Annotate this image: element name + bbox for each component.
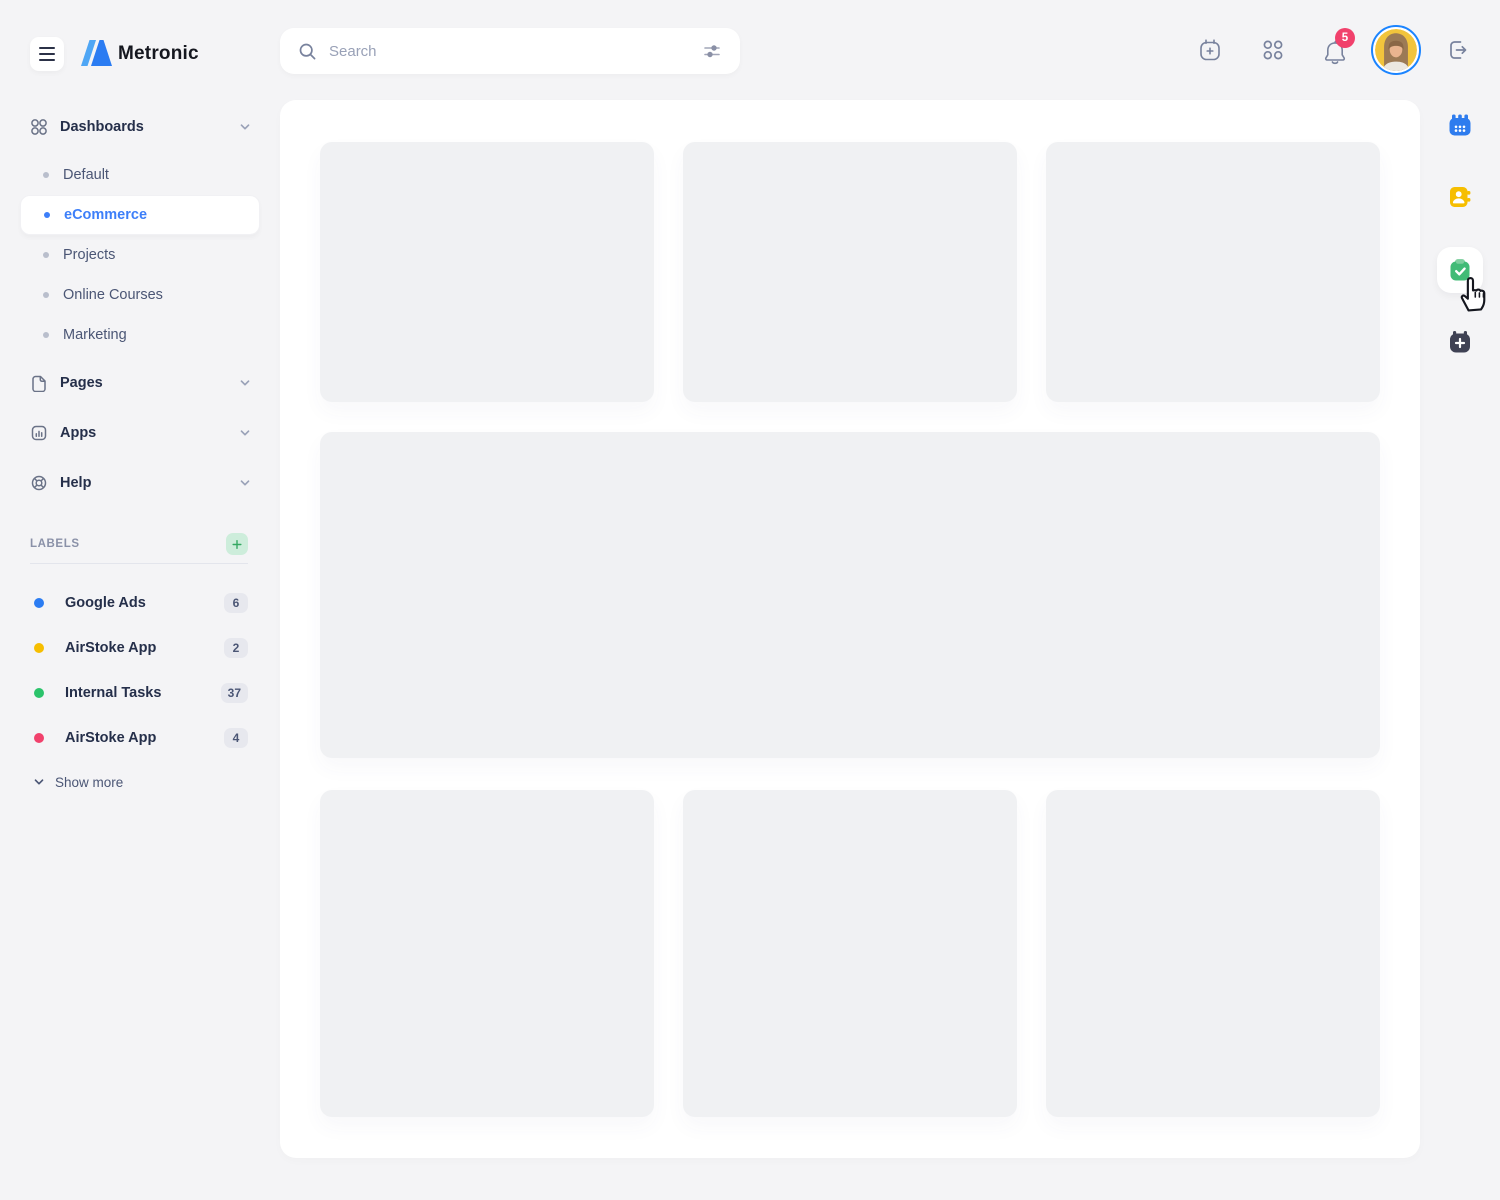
label-item-internal-tasks[interactable]: Internal Tasks 37 bbox=[30, 670, 248, 715]
section-label: Pages bbox=[60, 375, 226, 391]
label-color-dot bbox=[34, 733, 44, 743]
placeholder-card-wide bbox=[320, 432, 1380, 758]
sidebar-item-marketing[interactable]: Marketing bbox=[20, 315, 260, 355]
placeholder-card bbox=[1046, 142, 1380, 402]
bullet-dot bbox=[43, 332, 49, 338]
search-icon bbox=[298, 42, 317, 61]
label-name: AirStoke App bbox=[65, 730, 224, 746]
sidebar-item-label: Online Courses bbox=[63, 287, 163, 303]
sidebar-item-default[interactable]: Default bbox=[20, 155, 260, 195]
add-label-button[interactable] bbox=[226, 533, 248, 555]
placeholder-card bbox=[683, 790, 1017, 1117]
add-note-icon[interactable] bbox=[1447, 329, 1473, 355]
label-count-badge: 37 bbox=[221, 683, 248, 703]
tasks-clipboard-icon[interactable] bbox=[1447, 257, 1473, 283]
notification-count-badge: 5 bbox=[1335, 28, 1355, 48]
label-count-badge: 4 bbox=[224, 728, 248, 748]
sidebar-item-projects[interactable]: Projects bbox=[20, 235, 260, 275]
apps-icon bbox=[30, 424, 48, 442]
show-more-button[interactable]: Show more bbox=[30, 768, 123, 796]
label-color-dot bbox=[34, 643, 44, 653]
metronic-logo bbox=[77, 37, 113, 69]
bullet-dot bbox=[43, 252, 49, 258]
label-count-badge: 6 bbox=[224, 593, 248, 613]
sidebar-item-ecommerce[interactable]: eCommerce bbox=[20, 195, 260, 235]
section-label: Dashboards bbox=[60, 119, 226, 135]
label-item-airstoke-app-2[interactable]: AirStoke App 4 bbox=[30, 715, 248, 760]
dashboards-grid-icon bbox=[30, 118, 48, 136]
search-input[interactable] bbox=[327, 42, 692, 61]
sidebar-toggle-button[interactable] bbox=[30, 37, 64, 71]
label-name: Internal Tasks bbox=[65, 685, 221, 701]
label-name: AirStoke App bbox=[65, 640, 224, 656]
chevron-down-icon bbox=[238, 376, 252, 390]
section-label: Help bbox=[60, 475, 226, 491]
placeholder-card bbox=[320, 790, 654, 1117]
bullet-dot bbox=[43, 292, 49, 298]
placeholder-card bbox=[320, 142, 654, 402]
chevron-down-icon bbox=[238, 426, 252, 440]
pages-icon bbox=[30, 374, 48, 392]
bullet-dot bbox=[43, 172, 49, 178]
app-root: Metronic bbox=[0, 0, 1500, 1200]
placeholder-card bbox=[1046, 790, 1380, 1117]
label-name: Google Ads bbox=[65, 595, 224, 611]
placeholder-card bbox=[683, 142, 1017, 402]
label-item-airstoke-app[interactable]: AirStoke App 2 bbox=[30, 625, 248, 670]
user-avatar[interactable] bbox=[1371, 25, 1421, 75]
sidebar-section-pages[interactable]: Pages bbox=[30, 369, 252, 397]
sign-out-icon[interactable] bbox=[1445, 37, 1471, 63]
labels-title: LABELS bbox=[30, 538, 226, 550]
chevron-down-icon bbox=[32, 775, 46, 789]
lifebuoy-icon bbox=[30, 474, 48, 492]
brand-title: Metronic bbox=[118, 40, 199, 68]
label-count-badge: 2 bbox=[224, 638, 248, 658]
sidebar-item-label: Projects bbox=[63, 247, 115, 263]
sidebar-item-online-courses[interactable]: Online Courses bbox=[20, 275, 260, 315]
labels-header: LABELS bbox=[30, 531, 248, 557]
chevron-down-icon bbox=[238, 476, 252, 490]
search-filter-icon[interactable] bbox=[702, 41, 722, 61]
sidebar-item-label: eCommerce bbox=[64, 207, 147, 223]
label-color-dot bbox=[34, 598, 44, 608]
sidebar-section-apps[interactable]: Apps bbox=[30, 419, 252, 447]
chevron-down-icon bbox=[238, 120, 252, 134]
bullet-dot bbox=[44, 212, 50, 218]
sidebar-section-dashboards[interactable]: Dashboards bbox=[30, 113, 252, 141]
contacts-icon[interactable] bbox=[1447, 184, 1473, 210]
notifications-bell-icon[interactable]: 5 bbox=[1320, 36, 1350, 68]
section-label: Apps bbox=[60, 425, 226, 441]
main-content-card bbox=[280, 100, 1420, 1158]
sidebar-item-label: Default bbox=[63, 167, 109, 183]
label-color-dot bbox=[34, 688, 44, 698]
search-bar[interactable] bbox=[280, 28, 740, 74]
sidebar-item-label: Marketing bbox=[63, 327, 127, 343]
calendar-icon[interactable] bbox=[1447, 112, 1473, 138]
labels-divider bbox=[30, 563, 248, 564]
apps-grid-icon[interactable] bbox=[1260, 37, 1286, 63]
calendar-add-icon[interactable] bbox=[1197, 37, 1223, 63]
label-item-google-ads[interactable]: Google Ads 6 bbox=[30, 580, 248, 625]
tasks-icon-hover-card[interactable] bbox=[1437, 247, 1483, 293]
sidebar-section-help[interactable]: Help bbox=[30, 469, 252, 497]
